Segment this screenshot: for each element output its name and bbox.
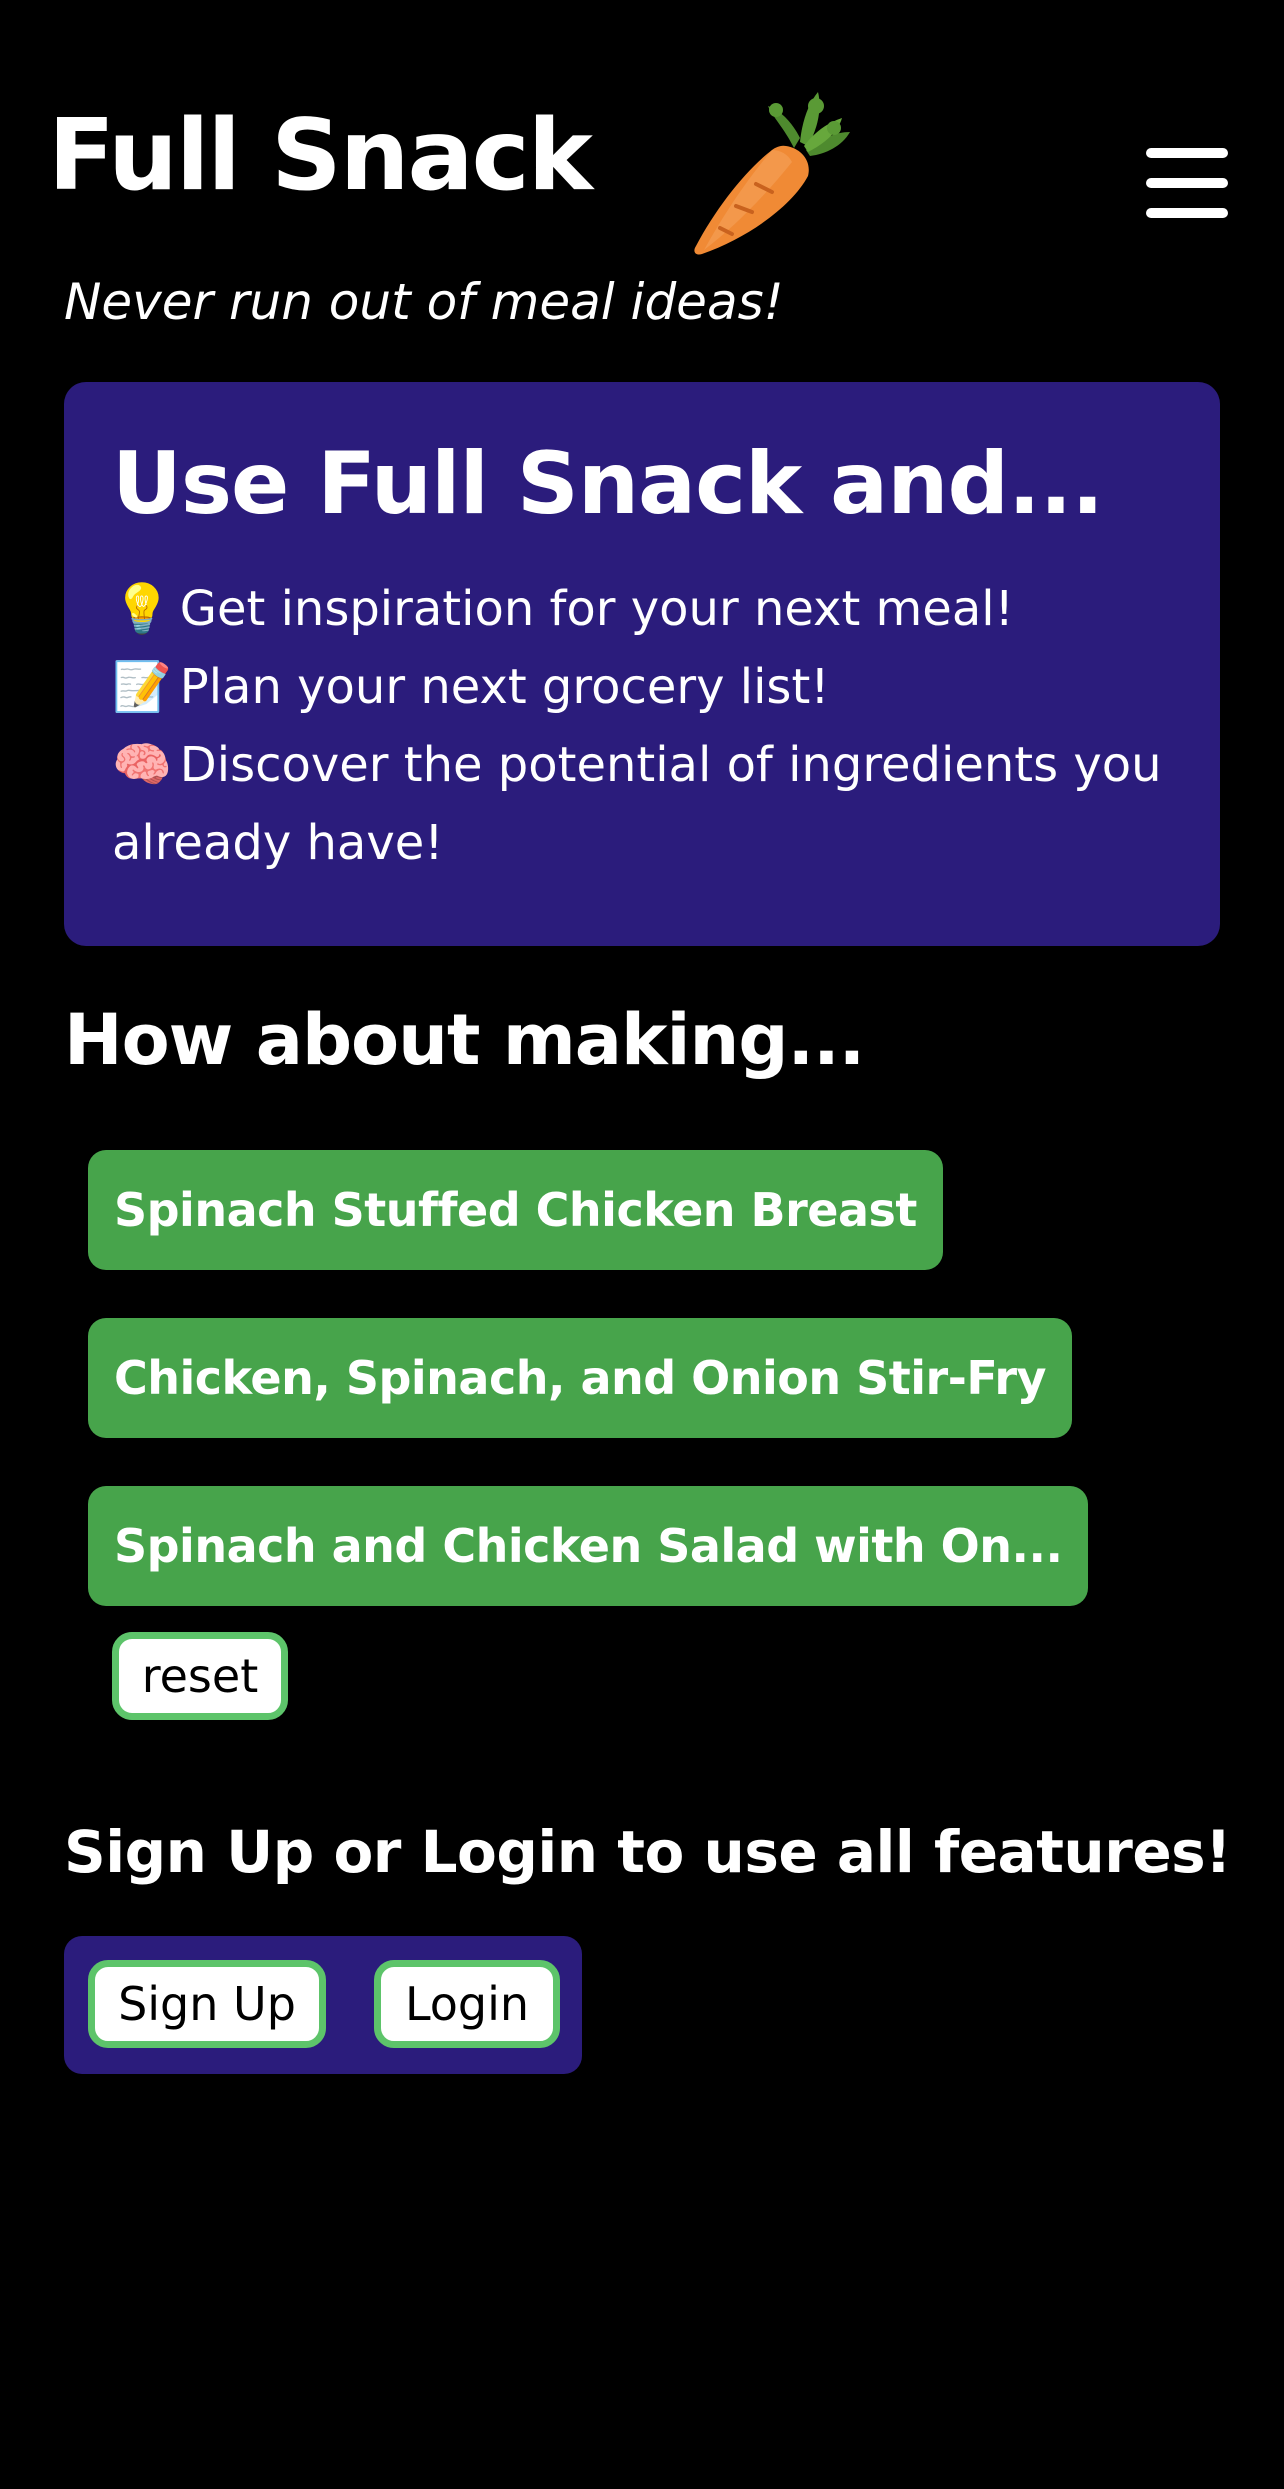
- menu-bar: [1146, 178, 1228, 188]
- brain-icon: 🧠: [112, 737, 172, 793]
- tagline: Never run out of meal ideas!: [64, 273, 784, 331]
- recipe-suggestion-button[interactable]: Chicken, Spinach, and Onion Stir-Fry: [88, 1318, 1072, 1438]
- list-item: 🧠 Discover the potential of ingredients y…: [112, 726, 1172, 882]
- hamburger-menu-icon[interactable]: [1146, 148, 1228, 218]
- intro-item-text: Plan your next grocery list!: [179, 659, 830, 715]
- suggestions-title: How about making...: [64, 999, 865, 1081]
- memo-icon: 📝: [112, 659, 172, 715]
- recipe-suggestion-button[interactable]: Spinach and Chicken Salad with On...: [88, 1486, 1089, 1606]
- carrot-icon: [694, 92, 850, 255]
- intro-item-text: Discover the potential of ingredients yo…: [112, 737, 1162, 871]
- lightbulb-icon: 💡: [112, 581, 172, 637]
- auth-buttons-container: Sign Up Login: [64, 1936, 582, 2074]
- intro-list: 💡 Get inspiration for your next meal! 📝 Pl…: [112, 570, 1172, 882]
- list-item: 📝 Plan your next grocery list!: [112, 648, 1172, 726]
- login-button[interactable]: Login: [374, 1960, 560, 2048]
- list-item: 💡 Get inspiration for your next meal!: [112, 570, 1172, 648]
- app-title[interactable]: Full Snack: [48, 96, 593, 216]
- header: Full Snack: [48, 88, 1236, 255]
- intro-item-text: Get inspiration for your next meal!: [179, 581, 1014, 637]
- recipe-suggestion-button[interactable]: Spinach Stuffed Chicken Breast: [88, 1150, 943, 1270]
- auth-title: Sign Up or Login to use all features!: [64, 1818, 1232, 1886]
- menu-bar: [1146, 148, 1228, 158]
- intro-card: Use Full Snack and... 💡 Get inspiration f…: [64, 382, 1220, 946]
- reset-button[interactable]: reset: [112, 1632, 288, 1720]
- menu-bar: [1146, 208, 1228, 218]
- intro-title: Use Full Snack and...: [112, 434, 1104, 534]
- signup-button[interactable]: Sign Up: [88, 1960, 326, 2048]
